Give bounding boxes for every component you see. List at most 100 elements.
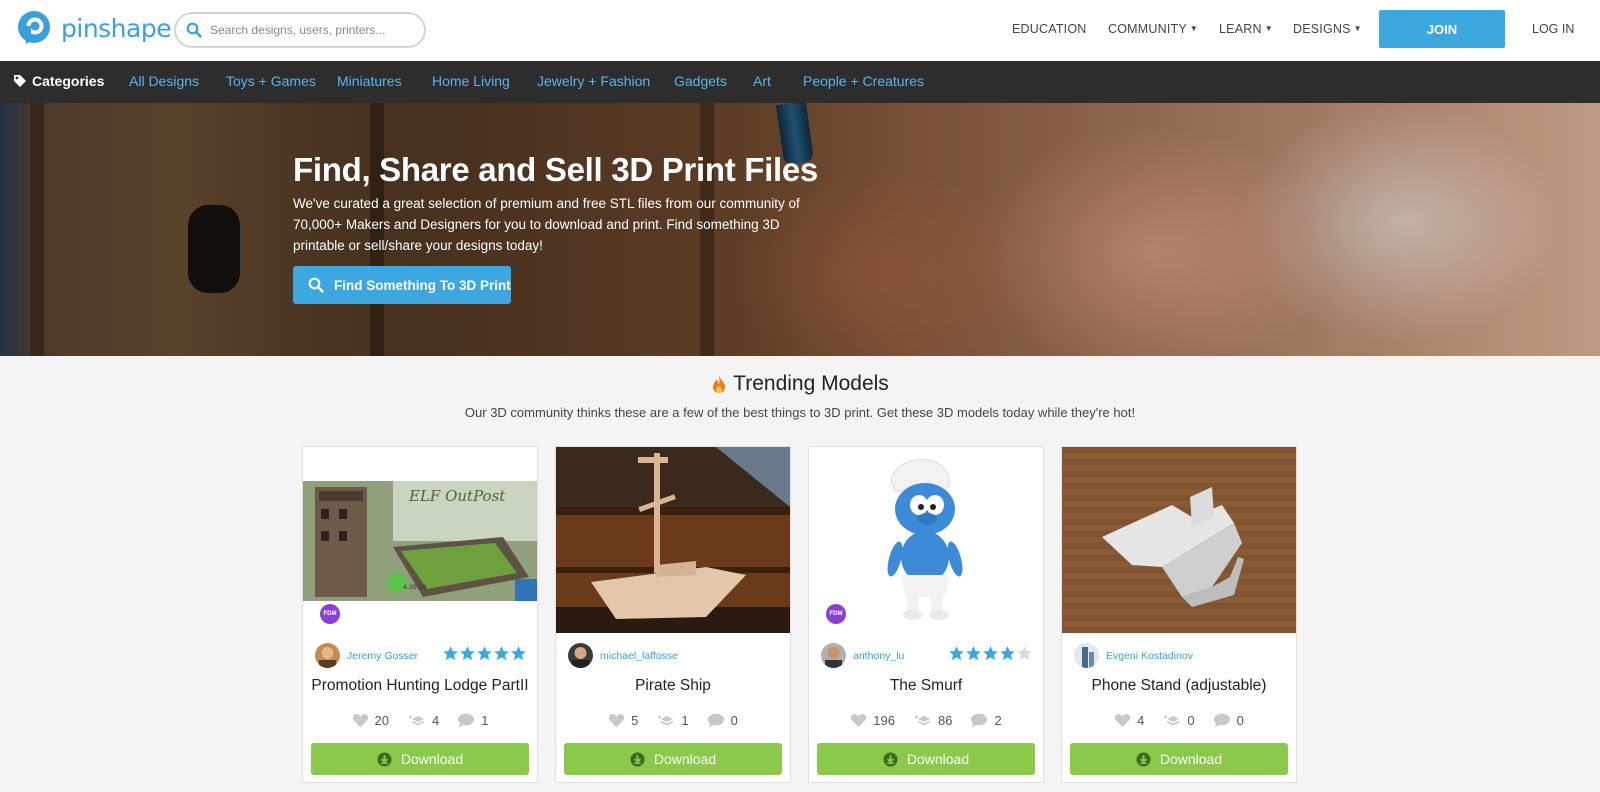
layers-icon: [409, 715, 425, 726]
makes-stat[interactable]: 1: [656, 713, 689, 728]
avatar: [568, 643, 593, 668]
author-name: Jeremy Gosser: [347, 649, 419, 662]
author-name: anthony_lu: [853, 649, 905, 662]
model-card[interactable]: Evgeni Kostadinov Phone Stand (adjustabl…: [1061, 446, 1297, 783]
layers-icon: [658, 715, 674, 726]
comments-stat[interactable]: 0: [707, 713, 738, 728]
avatar: [315, 643, 340, 668]
download-label: Download: [653, 751, 717, 767]
hero-title: Find, Share and Sell 3D Print Files: [293, 151, 818, 188]
nav-designs[interactable]: DESIGNS ▼: [1293, 22, 1362, 36]
comment-icon: [1213, 713, 1230, 728]
heart-icon: [608, 714, 625, 727]
model-title[interactable]: Phone Stand (adjustable): [1062, 677, 1296, 695]
likes-stat[interactable]: 196: [850, 713, 895, 728]
categories-title: Categories: [13, 73, 104, 89]
model-title[interactable]: Pirate Ship: [556, 677, 790, 695]
download-icon: [630, 751, 645, 767]
makes-count: 86: [938, 713, 953, 728]
download-button[interactable]: Download: [311, 743, 529, 775]
category-miniatures[interactable]: Miniatures: [337, 73, 402, 89]
heart-icon: [1114, 714, 1131, 727]
category-home-living[interactable]: Home Living: [432, 73, 510, 89]
download-button[interactable]: Download: [564, 743, 782, 775]
star-filled-icon: [511, 646, 526, 661]
pinshape-logo-icon: [18, 11, 50, 44]
model-stats: 196 86 2: [809, 713, 1043, 728]
find-something-label: Find Something To 3D Print: [334, 277, 511, 293]
star-filled-icon: [477, 646, 492, 661]
comment-icon: [458, 713, 475, 728]
nav-learn[interactable]: LEARN ▼: [1219, 22, 1273, 36]
model-card[interactable]: FDM anthony_lu The Smurf 196 86 2 Downlo…: [808, 446, 1044, 783]
top-navbar: pinshape EDUCATION COMMUNITY▼ LEARN▼ DES…: [0, 0, 1600, 61]
makes-stat[interactable]: 0: [1162, 713, 1195, 728]
model-thumbnail[interactable]: ELF OutPost 4-30-18: [303, 447, 537, 633]
likes-count: 5: [631, 713, 639, 728]
category-toys-games[interactable]: Toys + Games: [226, 73, 316, 89]
category-people-creatures[interactable]: People + Creatures: [803, 73, 924, 89]
nav-education[interactable]: EDUCATION: [1012, 22, 1087, 36]
author-link[interactable]: Evgeni Kostadinov: [1074, 643, 1193, 668]
nav-community[interactable]: COMMUNITY ▼: [1108, 22, 1198, 36]
trending-title: Trending Models: [0, 372, 1600, 396]
download-button[interactable]: Download: [817, 743, 1035, 775]
model-stats: 5 1 0: [556, 713, 790, 728]
download-label: Download: [1159, 751, 1223, 767]
model-title[interactable]: Promotion Hunting Lodge PartII: [303, 677, 537, 695]
author-link[interactable]: Jeremy Gosser: [315, 643, 418, 668]
likes-stat[interactable]: 4: [1114, 713, 1144, 728]
likes-count: 196: [873, 713, 895, 728]
comment-icon: [971, 713, 988, 728]
download-label: Download: [400, 751, 464, 767]
phone-stand-image: [1062, 447, 1296, 633]
login-link[interactable]: LOG IN: [1532, 22, 1574, 36]
find-something-button[interactable]: Find Something To 3D Print: [293, 266, 511, 304]
search-icon: [186, 22, 202, 38]
nav-education-label: EDUCATION: [1012, 22, 1087, 36]
comments-count: 0: [1236, 713, 1244, 728]
star-empty-icon: [1017, 646, 1032, 661]
model-thumbnail[interactable]: [809, 447, 1043, 633]
join-button[interactable]: JOIN: [1379, 10, 1505, 48]
likes-stat[interactable]: 20: [352, 713, 389, 728]
fdm-badge: FDM: [826, 604, 846, 624]
model-title[interactable]: The Smurf: [809, 677, 1043, 695]
makes-stat[interactable]: 4: [407, 713, 439, 728]
model-thumbnail[interactable]: [1062, 447, 1296, 633]
trending-subtitle: Our 3D community thinks these are a few …: [464, 405, 1136, 420]
category-all-designs[interactable]: All Designs: [129, 73, 199, 89]
tag-icon: [14, 75, 26, 87]
download-icon: [1136, 751, 1151, 767]
caret-down-icon: ▼: [1353, 24, 1362, 33]
author-link[interactable]: anthony_lu: [821, 643, 904, 668]
comments-stat[interactable]: 1: [457, 713, 488, 728]
nav-community-label: COMMUNITY: [1108, 22, 1187, 36]
likes-stat[interactable]: 5: [608, 713, 638, 728]
category-jewelry-fashion[interactable]: Jewelry + Fashion: [537, 73, 650, 89]
category-art[interactable]: Art: [753, 73, 771, 89]
image-caption-text: ELF OutPost: [408, 487, 506, 505]
search-input[interactable]: [210, 23, 410, 37]
makes-count: 1: [681, 713, 689, 728]
rating-stars: [948, 645, 1033, 662]
avatar: [1074, 643, 1099, 668]
download-button[interactable]: Download: [1070, 743, 1288, 775]
hero-description: We've curated a great selection of premi…: [293, 196, 800, 253]
rating-stars: [442, 645, 527, 662]
category-gadgets[interactable]: Gadgets: [674, 73, 727, 89]
model-card[interactable]: ELF OutPost 4-30-18 FDM Jeremy Gosser Pr…: [302, 446, 538, 783]
model-thumbnail[interactable]: [556, 447, 790, 633]
star-filled-icon: [460, 646, 475, 661]
comment-icon: [707, 713, 724, 728]
pinshape-logo[interactable]: pinshape: [14, 10, 172, 46]
makes-stat[interactable]: 86: [913, 713, 952, 728]
heart-icon: [851, 714, 867, 727]
author-link[interactable]: michael_laffosse: [568, 643, 678, 668]
smurf-image: [809, 447, 1043, 633]
model-card[interactable]: michael_laffosse Pirate Ship 5 1 0 Downl…: [555, 446, 791, 783]
comments-stat[interactable]: 2: [970, 713, 1002, 728]
comments-count: 0: [730, 713, 738, 728]
comments-stat[interactable]: 0: [1213, 713, 1244, 728]
model-stats: 20 4 1: [303, 713, 537, 728]
